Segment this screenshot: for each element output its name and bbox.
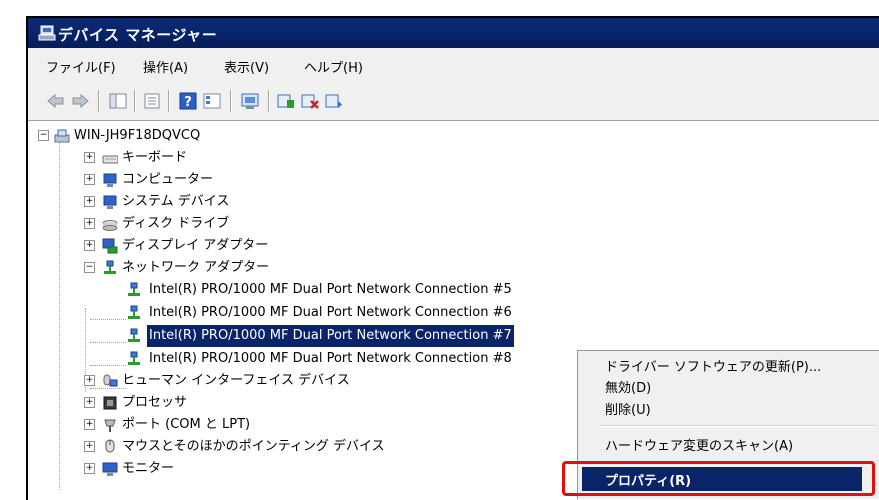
toolbar-separator (230, 90, 232, 112)
category-label: ネットワーク アダプター (122, 260, 270, 275)
computer-name: WIN-JH9F18DQVCQ (74, 128, 201, 143)
menu-help[interactable]: ヘルプ(H) (304, 57, 363, 76)
expand-icon[interactable]: + (84, 174, 95, 185)
tree-item-nic-5[interactable]: Intel(R) PRO/1000 MF Dual Port Network C… (28, 279, 588, 301)
keyboard-icon (102, 155, 118, 164)
category-label: コンピューター (122, 172, 214, 187)
expand-icon[interactable]: + (84, 463, 95, 474)
category-label: モニター (122, 461, 175, 476)
toolbar-separator (168, 90, 170, 112)
menu-action[interactable]: 操作(A) (143, 57, 188, 76)
collapse-icon[interactable]: − (84, 262, 95, 273)
tree-item-processors[interactable]: + プロセッサ (28, 392, 588, 414)
tree-item-nic-8[interactable]: Intel(R) PRO/1000 MF Dual Port Network C… (28, 348, 588, 370)
category-label: ヒューマン インターフェイス デバイス (122, 373, 350, 388)
tree-item-monitors[interactable]: + モニター (28, 458, 588, 480)
network-adapter-icon (128, 282, 140, 296)
expand-icon[interactable]: + (84, 419, 95, 430)
tree-item-display-adapters[interactable]: + ディスプレイ アダプター (28, 235, 428, 257)
tree-item-nic-6[interactable]: Intel(R) PRO/1000 MF Dual Port Network C… (28, 302, 588, 324)
monitor-icon (102, 462, 118, 476)
toolbar: ? (28, 82, 879, 121)
red-highlight-box (562, 461, 875, 496)
toolbar-separator (134, 90, 136, 112)
port-icon (104, 419, 116, 432)
network-adapter-icon (128, 351, 140, 365)
network-adapter-icon (104, 260, 116, 274)
selected-device-label: Intel(R) PRO/1000 MF Dual Port Network C… (147, 325, 514, 347)
properties-icon[interactable] (142, 92, 162, 110)
disk-drive-icon (102, 220, 118, 231)
tree-item-network-adapters[interactable]: − ネットワーク アダプター (28, 257, 428, 279)
expand-icon[interactable]: + (84, 397, 95, 408)
hid-icon (103, 374, 118, 387)
menu-view[interactable]: 表示(V) (224, 57, 269, 76)
mouse-icon (105, 439, 115, 453)
processor-icon (103, 396, 117, 410)
device-manager-icon (38, 25, 56, 41)
tree-item-keyboard[interactable]: + キーボード (28, 147, 428, 169)
tree-item-nic-7[interactable]: Intel(R) PRO/1000 MF Dual Port Network C… (28, 325, 588, 347)
system-device-icon (103, 195, 117, 209)
expand-icon[interactable]: + (84, 375, 95, 386)
tree-item-computer[interactable]: + コンピューター (28, 169, 428, 191)
tree-item-system-devices[interactable]: + システム デバイス (28, 191, 428, 213)
device-label: Intel(R) PRO/1000 MF Dual Port Network C… (149, 305, 512, 320)
category-label: キーボード (122, 150, 188, 165)
menu-item-scan-hardware[interactable]: ハードウェア変更のスキャン(A) (605, 435, 793, 454)
category-label: ディスプレイ アダプター (122, 238, 269, 253)
computer-icon (54, 129, 70, 143)
toolbar-separator (98, 90, 100, 112)
back-icon[interactable] (46, 92, 66, 110)
tree-item-disk-drives[interactable]: + ディスク ドライブ (28, 213, 428, 235)
toolbar-separator (268, 90, 270, 112)
forward-icon[interactable] (70, 92, 90, 110)
show-hide-tree-icon[interactable] (108, 92, 128, 110)
menu-item-disable[interactable]: 無効(D) (605, 377, 651, 396)
scan-hardware-icon[interactable] (240, 92, 260, 110)
expand-icon[interactable]: + (84, 152, 95, 163)
disable-icon[interactable] (324, 92, 344, 110)
collapse-icon[interactable]: − (38, 130, 49, 141)
update-driver-icon[interactable] (276, 92, 296, 110)
expand-icon[interactable]: + (84, 196, 95, 207)
menu-bar: ファイル(F) 操作(A) 表示(V) ヘルプ(H) (28, 48, 879, 83)
expand-icon[interactable]: + (84, 240, 95, 251)
uninstall-icon[interactable] (300, 92, 320, 110)
device-label: Intel(R) PRO/1000 MF Dual Port Network C… (149, 282, 512, 297)
menu-item-uninstall[interactable]: 削除(U) (605, 399, 651, 418)
tree-item-mice[interactable]: + マウスとそのほかのポインティング デバイス (28, 436, 588, 458)
tree-item-ports[interactable]: + ポート (COM と LPT) (28, 414, 588, 436)
screenshot: デバイス マネージャー ファイル(F) 操作(A) 表示(V) ヘルプ(H) ? (0, 0, 879, 500)
network-adapter-icon (128, 305, 140, 319)
computer-icon (103, 173, 117, 187)
expand-icon[interactable]: + (84, 441, 95, 452)
view-icon[interactable] (202, 92, 222, 110)
svg-text:?: ? (184, 95, 192, 110)
title-bar: デバイス マネージャー (28, 18, 879, 48)
device-label: Intel(R) PRO/1000 MF Dual Port Network C… (149, 351, 512, 366)
menu-separator (600, 425, 876, 427)
category-label: システム デバイス (122, 194, 230, 209)
category-label: ポート (COM と LPT) (122, 417, 251, 432)
window-title: デバイス マネージャー (58, 26, 218, 44)
menu-item-update-driver[interactable]: ドライバー ソフトウェアの更新(P)... (605, 356, 821, 375)
tree-item-hid[interactable]: + ヒューマン インターフェイス デバイス (28, 370, 588, 392)
expand-icon[interactable]: + (84, 218, 95, 229)
category-label: マウスとそのほかのポインティング デバイス (122, 439, 385, 454)
display-adapter-icon (102, 238, 118, 254)
category-label: ディスク ドライブ (122, 216, 230, 231)
category-label: プロセッサ (122, 395, 188, 410)
network-adapter-icon (128, 328, 140, 342)
menu-file[interactable]: ファイル(F) (46, 57, 116, 76)
help-icon[interactable]: ? (178, 92, 198, 110)
tree-root[interactable]: − WIN-JH9F18DQVCQ (28, 125, 428, 147)
